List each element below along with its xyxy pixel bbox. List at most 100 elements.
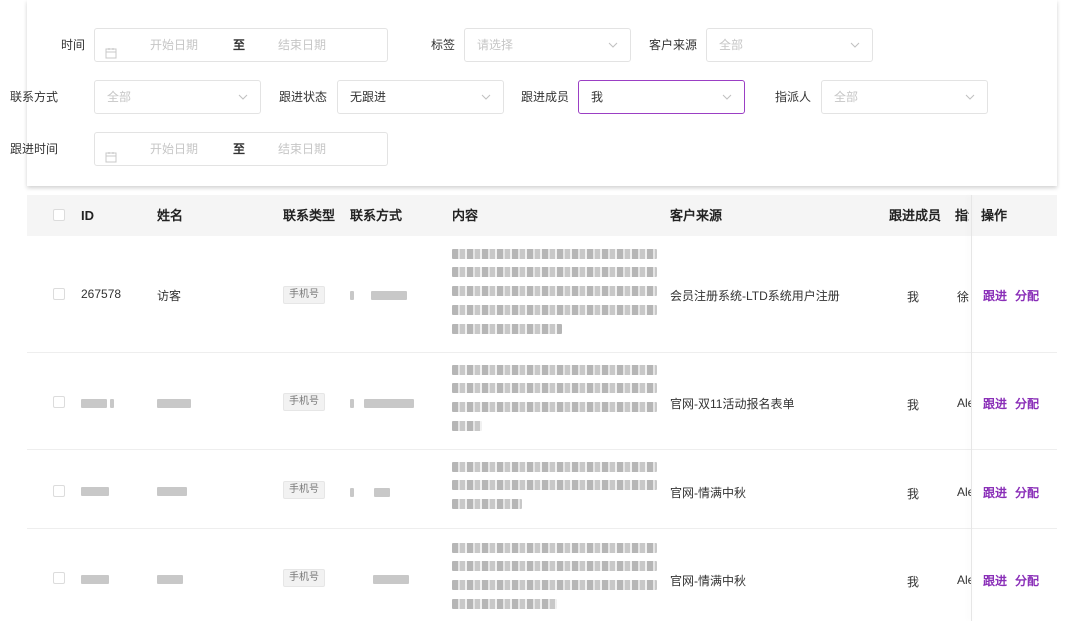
follow-time-separator: 至 [233,142,246,156]
row-member: 我 [907,290,920,304]
time-range-picker[interactable]: 开始日期 至 结束日期 [94,28,388,62]
calendar-icon [105,39,117,71]
time-label: 时间 [60,38,85,52]
follow-time-range-picker[interactable]: 开始日期 至 结束日期 [94,132,388,166]
assigner-label: 指派人 [774,90,811,104]
row-content-redacted [452,543,662,618]
contact-type-tag: 手机号 [283,286,325,304]
fixed-column-divider [971,195,972,621]
col-member: 跟进成员 [889,208,942,223]
row-member: 我 [907,487,920,501]
assign-button[interactable]: 分配 [1015,484,1039,501]
assigner-select[interactable]: 全部 [821,80,988,114]
contact-method-select[interactable]: 全部 [94,80,261,114]
col-id: ID [81,208,94,223]
customer-source-label: 客户来源 [648,38,697,52]
follow-time-label: 跟进时间 [9,142,58,156]
filter-panel: 时间 开始日期 至 结束日期 标签 请选择 客户来源 全部 联系方式 全部 跟进… [10,0,1057,186]
row-checkbox[interactable] [53,485,65,497]
contact-type-tag: 手机号 [283,393,325,411]
col-contact-type: 联系类型 [283,208,336,223]
row-contact-redacted [350,485,391,499]
time-separator: 至 [233,38,246,52]
row-source: 官网-情满中秋 [670,574,746,588]
row-content-redacted [452,249,662,341]
row-source: 官网-情满中秋 [670,486,746,500]
assign-button[interactable]: 分配 [1015,287,1039,304]
follow-button[interactable]: 跟进 [983,484,1007,501]
customer-source-placeholder: 全部 [719,38,744,52]
row-assigner: 徐 [957,290,970,304]
row-member: 我 [907,398,920,412]
row-contact-redacted [350,288,407,302]
table-row: 手机号 官网-情满中秋 我 Ale 跟进 分配 [27,529,1057,621]
row-assigner: Ale [957,396,971,410]
tag-select-placeholder: 请选择 [477,38,514,52]
follow-status-label: 跟进状态 [278,90,327,104]
follow-button[interactable]: 跟进 [983,287,1007,304]
col-ops: 操作 [981,208,1008,223]
follow-time-start-input[interactable]: 开始日期 [150,133,198,165]
row-content-redacted [452,365,662,440]
follow-button[interactable]: 跟进 [983,395,1007,412]
table-header: ID 姓名 联系类型 联系方式 内容 客户来源 跟进成员 指派 操作 [27,195,1057,236]
assign-button[interactable]: 分配 [1015,395,1039,412]
row-contact-redacted [350,396,415,410]
contact-method-label: 联系方式 [9,90,58,104]
row-assigner: Ale [957,485,971,499]
filter-row-3: 跟进时间 开始日期 至 结束日期 [10,132,1057,166]
row-checkbox[interactable] [53,288,65,300]
chevron-down-icon [481,81,491,113]
chevron-down-icon [238,81,248,113]
row-id-redacted [81,572,109,586]
row-checkbox[interactable] [53,572,65,584]
row-id: 267578 [81,287,122,301]
col-contact: 联系方式 [350,208,403,223]
follow-member-value: 我 [591,90,604,104]
col-source: 客户来源 [670,208,723,223]
contact-type-tag: 手机号 [283,569,325,587]
row-source: 官网-双11活动报名表单 [670,397,795,411]
follow-status-select[interactable]: 无跟进 [337,80,504,114]
row-name-redacted [157,572,183,586]
filter-row-1: 时间 开始日期 至 结束日期 标签 请选择 客户来源 全部 [27,28,1057,62]
table-row: 267578 访客 手机号 会员注册系统-LTD系统用户注册 我 徐 跟进 分配 [27,236,1057,353]
assign-button[interactable]: 分配 [1015,572,1039,589]
row-content-redacted [452,462,662,522]
follow-member-select[interactable]: 我 [578,80,745,114]
customer-source-select[interactable]: 全部 [706,28,873,62]
contact-method-placeholder: 全部 [107,90,132,104]
row-contact-redacted [350,572,410,586]
tag-select[interactable]: 请选择 [464,28,631,62]
follow-time-end-input[interactable]: 结束日期 [278,133,326,165]
row-name: 访客 [157,289,182,303]
time-start-input[interactable]: 开始日期 [150,29,198,61]
row-name-redacted [157,484,187,498]
follow-member-label: 跟进成员 [520,90,569,104]
chevron-down-icon [965,81,975,113]
assigner-placeholder: 全部 [834,90,859,104]
table-row: 手机号 官网-双11活动报名表单 我 Ale 跟进 分配 [27,353,1057,450]
chevron-down-icon [722,81,732,113]
follow-button[interactable]: 跟进 [983,572,1007,589]
contact-type-tag: 手机号 [283,481,325,499]
chevron-down-icon [850,29,860,61]
row-name-redacted [157,396,191,410]
row-id-redacted [81,484,109,498]
row-checkbox[interactable] [53,396,65,408]
time-end-input[interactable]: 结束日期 [278,29,326,61]
col-name: 姓名 [157,208,184,223]
filter-row-2: 联系方式 全部 跟进状态 无跟进 跟进成员 我 指派人 全部 [10,80,1057,114]
col-content: 内容 [452,208,479,223]
row-id-redacted [81,396,115,410]
select-all-checkbox[interactable] [53,209,65,221]
col-assigner: 指派 [955,208,969,223]
chevron-down-icon [608,29,618,61]
calendar-icon [105,143,117,175]
tag-label: 标签 [430,38,455,52]
row-member: 我 [907,575,920,589]
row-assigner: Ale [957,573,971,587]
table-row: 手机号 官网-情满中秋 我 Ale 跟进 分配 [27,450,1057,529]
row-source: 会员注册系统-LTD系统用户注册 [670,289,840,303]
follow-status-value: 无跟进 [350,90,387,104]
